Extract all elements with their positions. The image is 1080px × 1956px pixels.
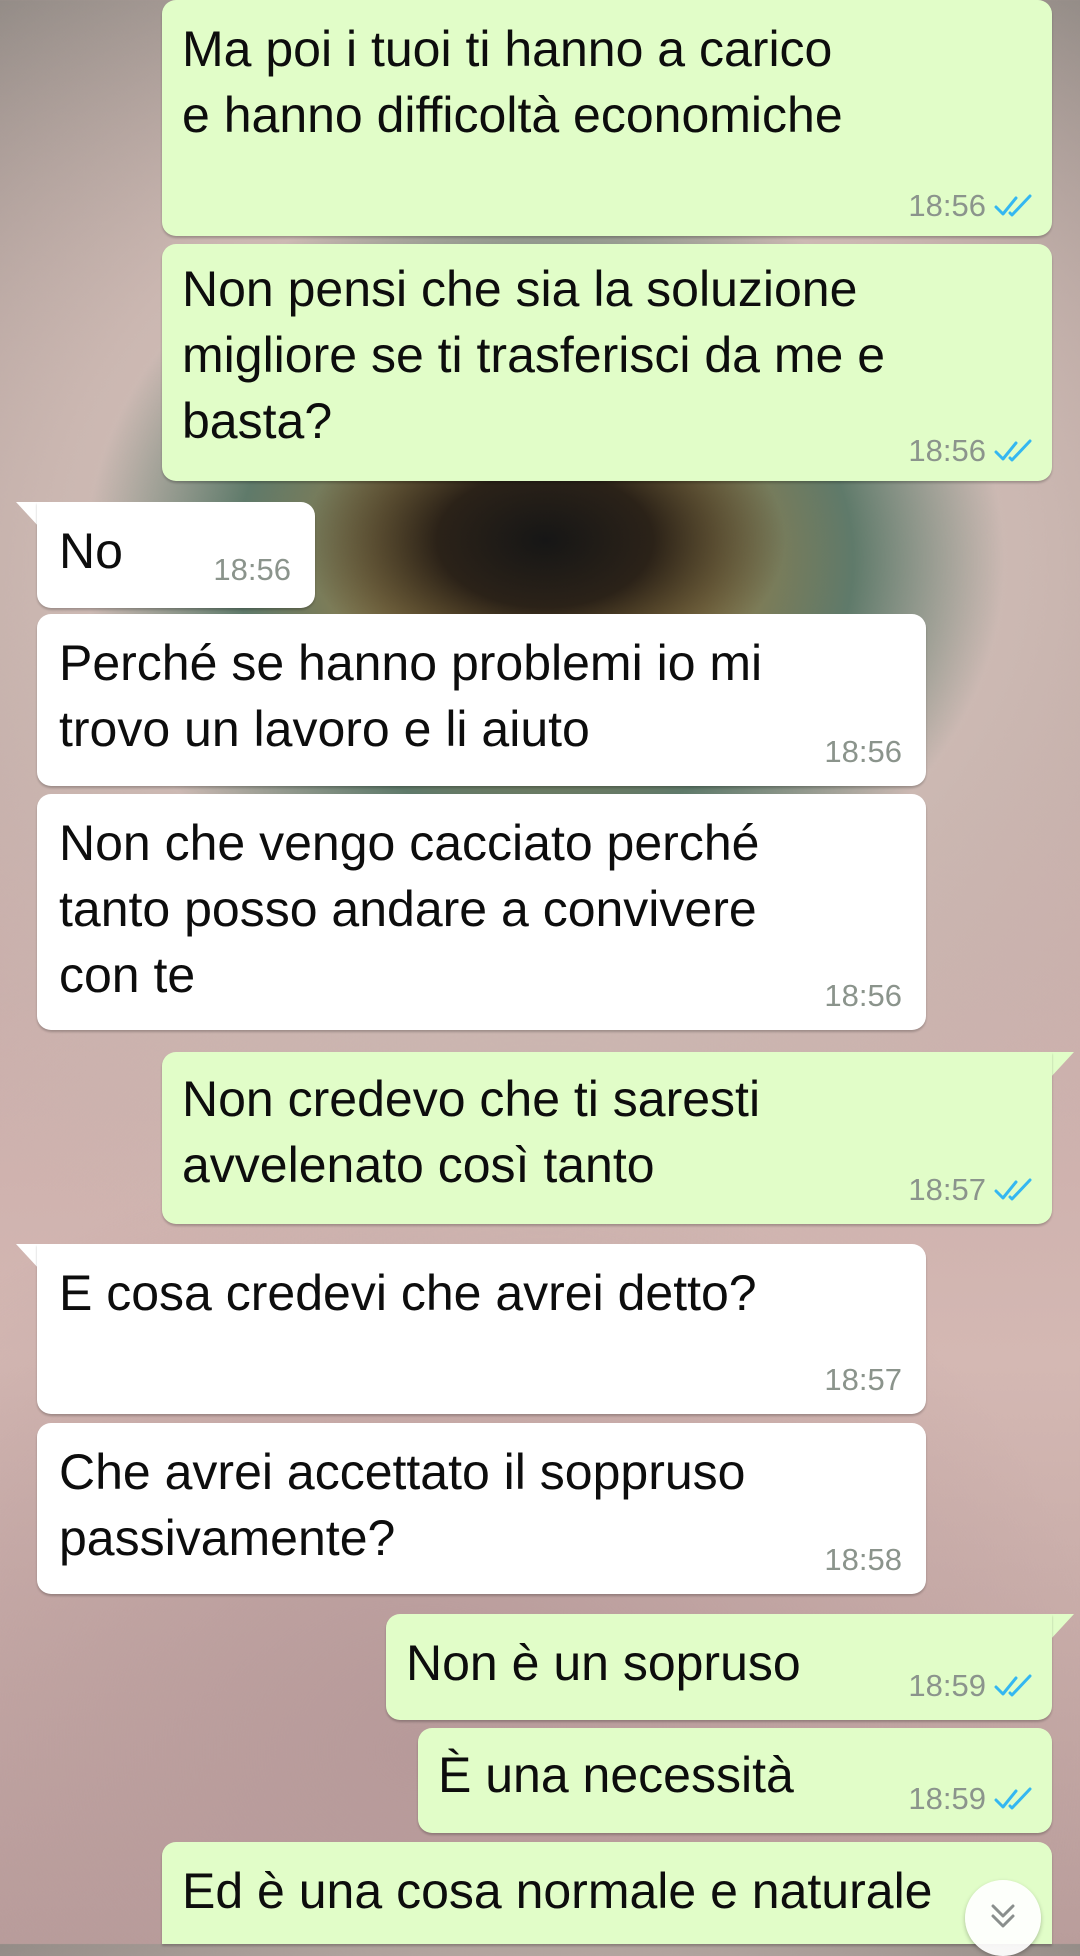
message-text: Ed è una cosa normale e naturale — [182, 1863, 933, 1919]
message-bubble-outgoing[interactable]: È una necessità 18:59 — [418, 1728, 1052, 1833]
message-text: Non credevo che ti saresti avvelenato co… — [182, 1071, 761, 1193]
message-meta: 18:56 — [824, 976, 902, 1016]
message-meta: 18:58 — [824, 1540, 902, 1580]
message-meta: 18:59 — [908, 1666, 1034, 1706]
bubble-tail — [1050, 1052, 1074, 1078]
message-meta: 18:56 — [908, 186, 1034, 226]
message-bubble-incoming[interactable]: No 18:56 — [37, 502, 315, 608]
message-text: Non pensi che sia la soluzione migliore … — [182, 261, 886, 449]
chat-conversation[interactable]: Ma poi i tuoi ti hanno a carico e hanno … — [0, 0, 1080, 1956]
scroll-to-bottom-button[interactable] — [965, 1880, 1041, 1956]
message-text: E cosa credevi che avrei detto? — [59, 1265, 757, 1321]
message-time: 18:56 — [908, 188, 986, 223]
message-text: Non che vengo cacciato perché tanto poss… — [59, 815, 760, 1003]
message-meta: 18:56 — [824, 732, 902, 772]
message-text: Che avrei accettato il soppruso passivam… — [59, 1444, 746, 1566]
message-time: 18:56 — [824, 734, 902, 769]
message-bubble-incoming[interactable]: E cosa credevi che avrei detto? 18:57 — [37, 1244, 926, 1414]
message-time: 18:56 — [908, 433, 986, 468]
message-bubble-outgoing[interactable]: Non pensi che sia la soluzione migliore … — [162, 244, 1052, 481]
message-meta: 18:57 — [908, 1170, 1034, 1210]
message-bubble-incoming[interactable]: Che avrei accettato il soppruso passivam… — [37, 1423, 926, 1594]
message-bubble-outgoing[interactable]: Non credevo che ti saresti avvelenato co… — [162, 1052, 1052, 1224]
message-time: 18:56 — [824, 978, 902, 1013]
message-bubble-outgoing[interactable]: Ed è una cosa normale e naturale — [162, 1842, 1052, 1944]
double-check-icon — [994, 1177, 1034, 1203]
double-check-icon — [994, 1673, 1034, 1699]
message-meta: 18:56 — [908, 431, 1034, 471]
message-time: 18:56 — [213, 552, 291, 587]
message-meta: 18:56 — [213, 550, 291, 590]
chevron-double-down-icon — [985, 1898, 1021, 1939]
double-check-icon — [994, 438, 1034, 464]
message-time: 18:57 — [824, 1362, 902, 1397]
message-bubble-incoming[interactable]: Non che vengo cacciato perché tanto poss… — [37, 794, 926, 1030]
message-time: 18:59 — [908, 1781, 986, 1816]
message-bubble-incoming[interactable]: Perché se hanno problemi io mi trovo un … — [37, 614, 926, 786]
bubble-tail — [1050, 1614, 1074, 1640]
message-bubble-outgoing[interactable]: Non è un sopruso 18:59 — [386, 1614, 1052, 1720]
message-text: Ma poi i tuoi ti hanno a carico e hanno … — [182, 21, 843, 143]
double-check-icon — [994, 193, 1034, 219]
message-time: 18:57 — [908, 1172, 986, 1207]
message-meta: 18:57 — [824, 1360, 902, 1400]
message-bubble-outgoing[interactable]: Ma poi i tuoi ti hanno a carico e hanno … — [162, 0, 1052, 236]
message-meta: 18:59 — [908, 1779, 1034, 1819]
message-time: 18:59 — [908, 1668, 986, 1703]
message-text: Perché se hanno problemi io mi trovo un … — [59, 635, 763, 757]
message-time: 18:58 — [824, 1542, 902, 1577]
double-check-icon — [994, 1786, 1034, 1812]
